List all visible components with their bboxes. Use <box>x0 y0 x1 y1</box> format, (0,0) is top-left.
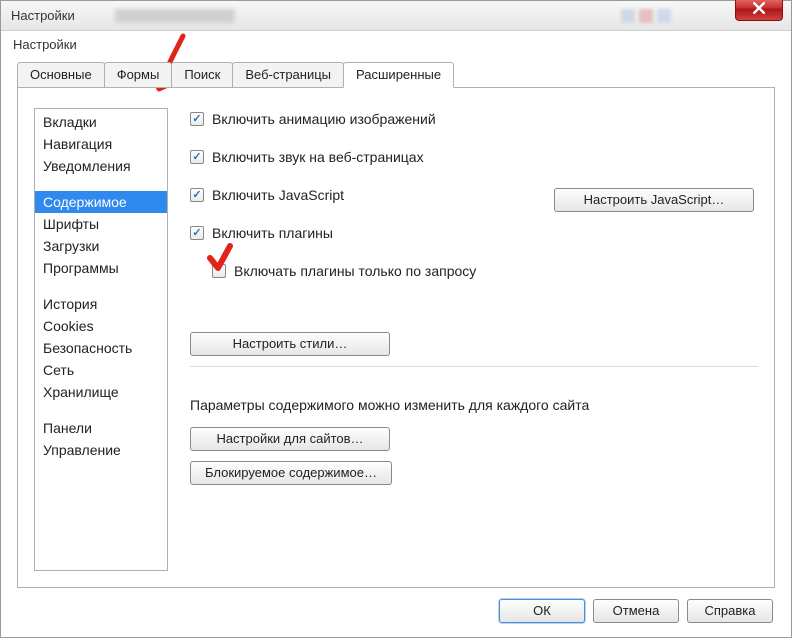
category-list[interactable]: Вкладки Навигация Уведомления Содержимое… <box>34 108 168 571</box>
label-enable-sound: Включить звук на веб-страницах <box>212 149 424 165</box>
titlebar: Настройки <box>1 1 791 31</box>
checkbox-plugins-on-demand[interactable] <box>212 264 226 278</box>
ok-button[interactable]: ОК <box>499 599 585 623</box>
cancel-button[interactable]: Отмена <box>593 599 679 623</box>
sidebar-item-content[interactable]: Содержимое <box>35 191 167 213</box>
sidebar-item-navigation[interactable]: Навигация <box>35 133 167 155</box>
sidebar-item-cookies[interactable]: Cookies <box>35 315 167 337</box>
titlebar-icons-blur <box>621 9 671 23</box>
window-title: Настройки <box>11 8 75 23</box>
sidebar-item-security[interactable]: Безопасность <box>35 337 167 359</box>
opt-plugins-on-demand: Включать плагины только по запросу <box>212 260 758 282</box>
per-site-text: Параметры содержимого можно изменить для… <box>190 397 758 413</box>
opt-enable-animation: Включить анимацию изображений <box>190 108 758 130</box>
sidebar-item-network[interactable]: Сеть <box>35 359 167 381</box>
separator <box>190 366 758 367</box>
checkbox-enable-js[interactable] <box>190 188 204 202</box>
sidebar-item-storage[interactable]: Хранилище <box>35 381 167 403</box>
checkbox-enable-plugins[interactable] <box>190 226 204 240</box>
settings-window: Настройки Настройки Основные Формы Поиск… <box>0 0 792 638</box>
address-blur <box>115 9 235 23</box>
tab-general[interactable]: Основные <box>17 62 105 88</box>
help-button[interactable]: Справка <box>687 599 773 623</box>
tabs-row: Основные Формы Поиск Веб-страницы Расшир… <box>1 54 791 88</box>
dialog-button-row: ОК Отмена Справка <box>499 599 773 623</box>
sidebar-item-notifications[interactable]: Уведомления <box>35 155 167 177</box>
tab-advanced[interactable]: Расширенные <box>343 62 454 88</box>
sidebar-item-panels[interactable]: Панели <box>35 417 167 439</box>
sidebar-item-tabs[interactable]: Вкладки <box>35 111 167 133</box>
checkbox-enable-animation[interactable] <box>190 112 204 126</box>
sidebar-item-fonts[interactable]: Шрифты <box>35 213 167 235</box>
label-plugins-on-demand: Включать плагины только по запросу <box>234 263 476 279</box>
opt-enable-sound: Включить звук на веб-страницах <box>190 146 758 168</box>
tab-forms[interactable]: Формы <box>104 62 173 88</box>
configure-js-button[interactable]: Настроить JavaScript… <box>554 188 754 212</box>
sidebar-item-downloads[interactable]: Загрузки <box>35 235 167 257</box>
blocked-content-button[interactable]: Блокируемое содержимое… <box>190 461 392 485</box>
site-settings-button[interactable]: Настройки для сайтов… <box>190 427 390 451</box>
label-enable-plugins: Включить плагины <box>212 225 333 241</box>
sidebar-item-management[interactable]: Управление <box>35 439 167 461</box>
checkbox-enable-sound[interactable] <box>190 150 204 164</box>
sidebar-item-programs[interactable]: Программы <box>35 257 167 279</box>
tab-webpages[interactable]: Веб-страницы <box>232 62 344 88</box>
label-enable-js: Включить JavaScript <box>212 187 344 203</box>
close-button[interactable] <box>735 0 783 21</box>
tab-search[interactable]: Поиск <box>171 62 233 88</box>
page-title: Настройки <box>1 31 791 54</box>
close-icon <box>753 2 765 17</box>
tab-panel-advanced: Вкладки Навигация Уведомления Содержимое… <box>17 88 775 588</box>
label-enable-animation: Включить анимацию изображений <box>212 111 436 127</box>
configure-styles-button[interactable]: Настроить стили… <box>190 332 390 356</box>
sidebar-item-history[interactable]: История <box>35 293 167 315</box>
opt-enable-plugins: Включить плагины <box>190 222 758 244</box>
content-options: Включить анимацию изображений Включить з… <box>190 108 758 571</box>
